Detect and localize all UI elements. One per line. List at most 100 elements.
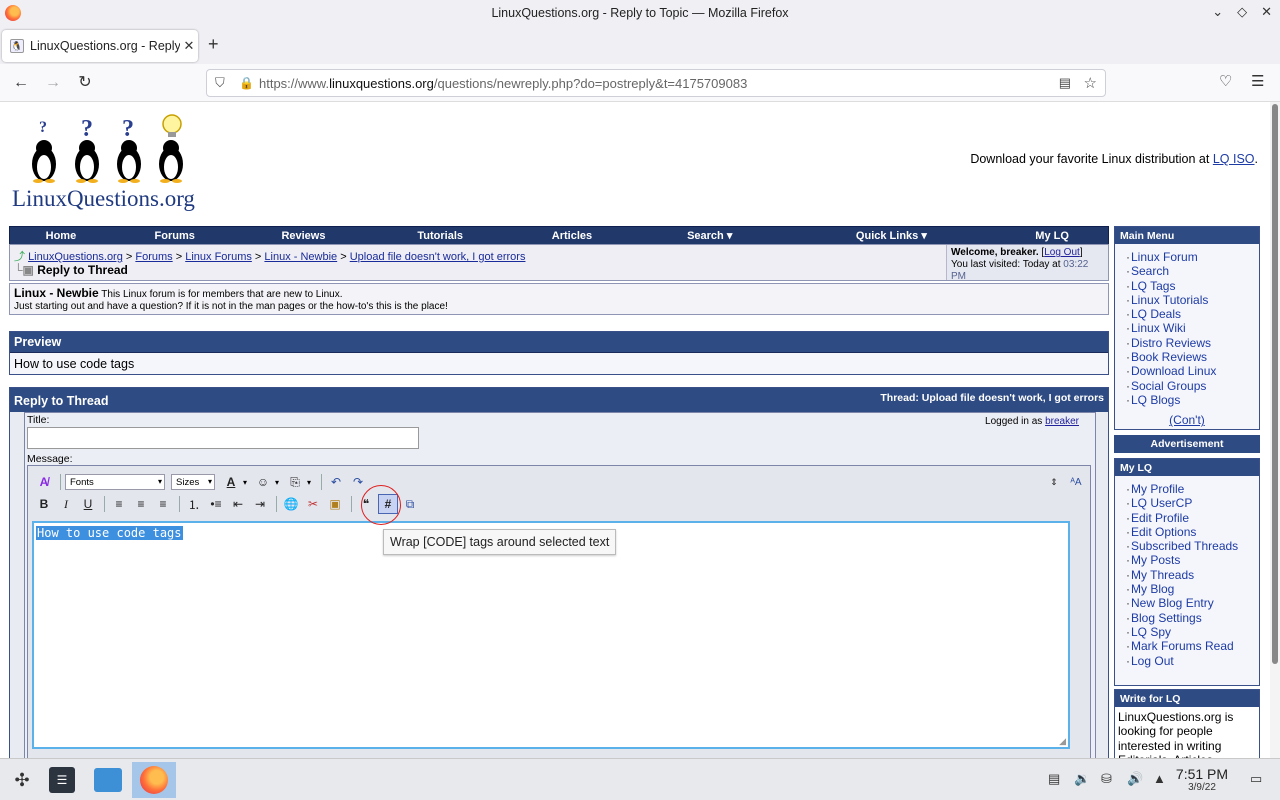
resize-grip-icon[interactable]: ◢ — [1059, 736, 1066, 747]
indent-icon[interactable]: ⇥ — [250, 494, 270, 514]
italic-icon[interactable]: I — [56, 494, 76, 514]
smilies-icon[interactable]: ☺ — [253, 472, 273, 492]
mylq-item[interactable]: New Blog Entry — [1126, 596, 1259, 611]
menu-item[interactable]: Search — [1126, 264, 1259, 279]
new-tab-icon[interactable]: + — [208, 34, 219, 55]
browser-tab[interactable]: 🐧 LinuxQuestions.org - Reply ✕ — [2, 30, 198, 62]
forward-icon[interactable]: → — [42, 72, 64, 94]
nav-quick-links[interactable]: Quick Links ▾ — [787, 229, 997, 242]
nav-articles[interactable]: Articles — [511, 230, 633, 242]
mylq-item[interactable]: Mark Forums Read — [1126, 639, 1259, 654]
text-color-icon[interactable]: A — [221, 472, 241, 492]
nav-my-lq[interactable]: My LQ — [996, 230, 1108, 242]
reader-view-icon[interactable]: ▤ — [1059, 75, 1071, 91]
pocket-icon[interactable]: ♡ — [1219, 72, 1232, 90]
selected-message-text[interactable]: How to use code tags — [36, 526, 183, 540]
close-window-icon[interactable]: ✕ — [1261, 4, 1272, 20]
tab-close-icon[interactable]: ✕ — [180, 38, 198, 54]
menu-item[interactable]: LQ Tags — [1126, 279, 1259, 294]
lock-icon[interactable]: 🔒 — [239, 76, 254, 90]
audio-icon[interactable]: 🔉 — [1074, 771, 1090, 787]
menu-icon[interactable]: ☰ — [1251, 72, 1264, 90]
system-settings-icon[interactable]: ☰ — [40, 762, 84, 798]
volume-icon[interactable]: 🔊 — [1127, 771, 1143, 787]
mylq-item[interactable]: Blog Settings — [1126, 611, 1259, 626]
align-left-icon[interactable]: ≡ — [109, 494, 129, 514]
menu-item[interactable]: Linux Tutorials — [1126, 293, 1259, 308]
show-desktop-icon[interactable]: ▭ — [1250, 771, 1262, 787]
reload-icon[interactable]: ↻ — [74, 72, 96, 94]
menu-item[interactable]: Distro Reviews — [1126, 336, 1259, 351]
underline-icon[interactable]: U — [78, 494, 98, 514]
mylq-item[interactable]: LQ Spy — [1126, 625, 1259, 640]
tray-expand-icon[interactable]: ▲ — [1153, 771, 1166, 786]
mylq-item[interactable]: My Profile — [1126, 482, 1259, 497]
message-textarea[interactable]: How to use code tags ◢ — [32, 521, 1070, 749]
bold-icon[interactable]: B — [34, 494, 54, 514]
crumb-home[interactable]: LinuxQuestions.org — [28, 251, 123, 263]
menu-item[interactable]: Linux Forum — [1126, 250, 1259, 265]
crumb-linux-newbie[interactable]: Linux - Newbie — [264, 251, 337, 263]
username-link[interactable]: breaker — [1045, 416, 1079, 427]
logout-link[interactable]: Log Out — [1044, 247, 1080, 258]
menu-item[interactable]: Download Linux — [1126, 364, 1259, 379]
nav-tutorials[interactable]: Tutorials — [369, 230, 511, 242]
unordered-list-icon[interactable]: •≡ — [206, 494, 226, 514]
file-manager-icon[interactable] — [86, 762, 130, 798]
resize-toggle-icon[interactable]: ⇕ — [1044, 472, 1064, 492]
bookmark-star-icon[interactable]: ☆ — [1084, 74, 1097, 92]
undo-icon[interactable]: ↶ — [326, 472, 346, 492]
maximize-icon[interactable]: ◇ — [1237, 4, 1247, 20]
url-text[interactable]: https://www.linuxquestions.org/questions… — [259, 76, 747, 91]
mylq-item[interactable]: Edit Options — [1126, 525, 1259, 540]
lq-iso-link[interactable]: LQ ISO — [1213, 152, 1255, 166]
clipboard-icon[interactable]: ▤ — [1048, 771, 1060, 787]
mylq-item[interactable]: My Posts — [1126, 553, 1259, 568]
mylq-item[interactable]: My Blog — [1126, 582, 1259, 597]
mylq-item[interactable]: My Threads — [1126, 568, 1259, 583]
redo-icon[interactable]: ↷ — [348, 472, 368, 492]
nav-forums[interactable]: Forums — [112, 230, 238, 242]
size-select[interactable]: Sizes ▾ — [171, 474, 215, 490]
url-bar[interactable]: ⛉ 🔒 https://www.linuxquestions.org/quest… — [206, 69, 1106, 97]
menu-item[interactable]: Linux Wiki — [1126, 321, 1259, 336]
attachment-icon[interactable]: ⎘ — [285, 472, 305, 492]
page-scrollbar[interactable] — [1270, 102, 1280, 758]
switch-editor-mode-icon[interactable]: ᴬA — [1066, 472, 1086, 492]
clock[interactable]: 7:51 PM 3/9/22 — [1172, 767, 1232, 794]
nav-reviews[interactable]: Reviews — [238, 230, 370, 242]
align-right-icon[interactable]: ≡ — [153, 494, 173, 514]
mylq-item[interactable]: Subscribed Threads — [1126, 539, 1259, 554]
lq-logo[interactable]: ? ? ? LinuxQuestions.org — [12, 112, 212, 212]
menu-item[interactable]: LQ Blogs — [1126, 393, 1259, 408]
tracking-shield-icon[interactable]: ⛉ — [215, 75, 229, 91]
cont-link[interactable]: (Con't) — [1115, 413, 1259, 427]
remove-format-icon[interactable]: A̸ — [34, 472, 54, 492]
php-code-icon[interactable]: ⧉ — [400, 494, 420, 514]
mylq-item[interactable]: LQ UserCP — [1126, 496, 1259, 511]
nav-home[interactable]: Home — [10, 230, 112, 242]
menu-item[interactable]: Book Reviews — [1126, 350, 1259, 365]
align-center-icon[interactable]: ≡ — [131, 494, 151, 514]
outdent-icon[interactable]: ⇤ — [228, 494, 248, 514]
app-launcher-icon[interactable]: ✣ — [0, 762, 44, 798]
mylq-item[interactable]: Edit Profile — [1126, 511, 1259, 526]
insert-image-icon[interactable]: ▣ — [325, 494, 345, 514]
remove-link-icon[interactable]: ✂ — [303, 494, 323, 514]
menu-item[interactable]: Social Groups — [1126, 379, 1259, 394]
crumb-forums[interactable]: Forums — [135, 251, 172, 263]
crumb-thread[interactable]: Upload file doesn't work, I got errors — [350, 251, 526, 263]
firefox-taskbar-icon[interactable] — [132, 762, 176, 798]
minimize-icon[interactable]: ⌄ — [1212, 4, 1223, 20]
menu-item[interactable]: LQ Deals — [1126, 307, 1259, 322]
title-input[interactable] — [27, 427, 419, 449]
mylq-item[interactable]: Log Out — [1126, 654, 1259, 669]
crumb-linux-forums[interactable]: Linux Forums — [185, 251, 252, 263]
ordered-list-icon[interactable]: ⒈ — [184, 494, 204, 514]
scrollbar-thumb[interactable] — [1272, 104, 1278, 664]
nav-search[interactable]: Search ▾ — [633, 229, 787, 242]
usb-device-icon[interactable]: ⛁ — [1101, 771, 1112, 787]
back-icon[interactable]: ← — [10, 72, 32, 94]
font-select[interactable]: Fonts ▾ — [65, 474, 165, 490]
insert-link-icon[interactable]: 🌐 — [281, 494, 301, 514]
